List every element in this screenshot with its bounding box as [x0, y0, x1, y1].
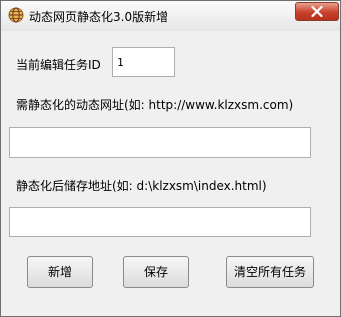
window-title: 动态网页静态化3.0版新增 — [29, 10, 169, 24]
task-id-input[interactable]: 1 — [112, 47, 175, 77]
title-bar[interactable]: 动态网页静态化3.0版新增 — [1, 1, 340, 31]
static-path-label: 静态化后储存地址(如: d:\klzxsm\index.html) — [16, 179, 267, 193]
save-button[interactable]: 保存 — [123, 256, 189, 288]
dynamic-url-label: 需静态化的动态网址(如: http://www.klzxsm.com) — [16, 98, 294, 112]
close-icon — [311, 6, 323, 17]
app-window: 动态网页静态化3.0版新增 当前编辑任务ID 1 需静态化的动态网址(如: ht… — [0, 0, 341, 317]
clear-all-tasks-button[interactable]: 清空所有任务 — [226, 256, 314, 288]
dynamic-url-input[interactable] — [9, 127, 311, 158]
task-id-label: 当前编辑任务ID — [16, 58, 101, 72]
static-path-input[interactable] — [9, 207, 311, 237]
close-button[interactable] — [295, 2, 339, 21]
globe-icon — [8, 7, 24, 23]
add-button[interactable]: 新增 — [27, 256, 93, 288]
